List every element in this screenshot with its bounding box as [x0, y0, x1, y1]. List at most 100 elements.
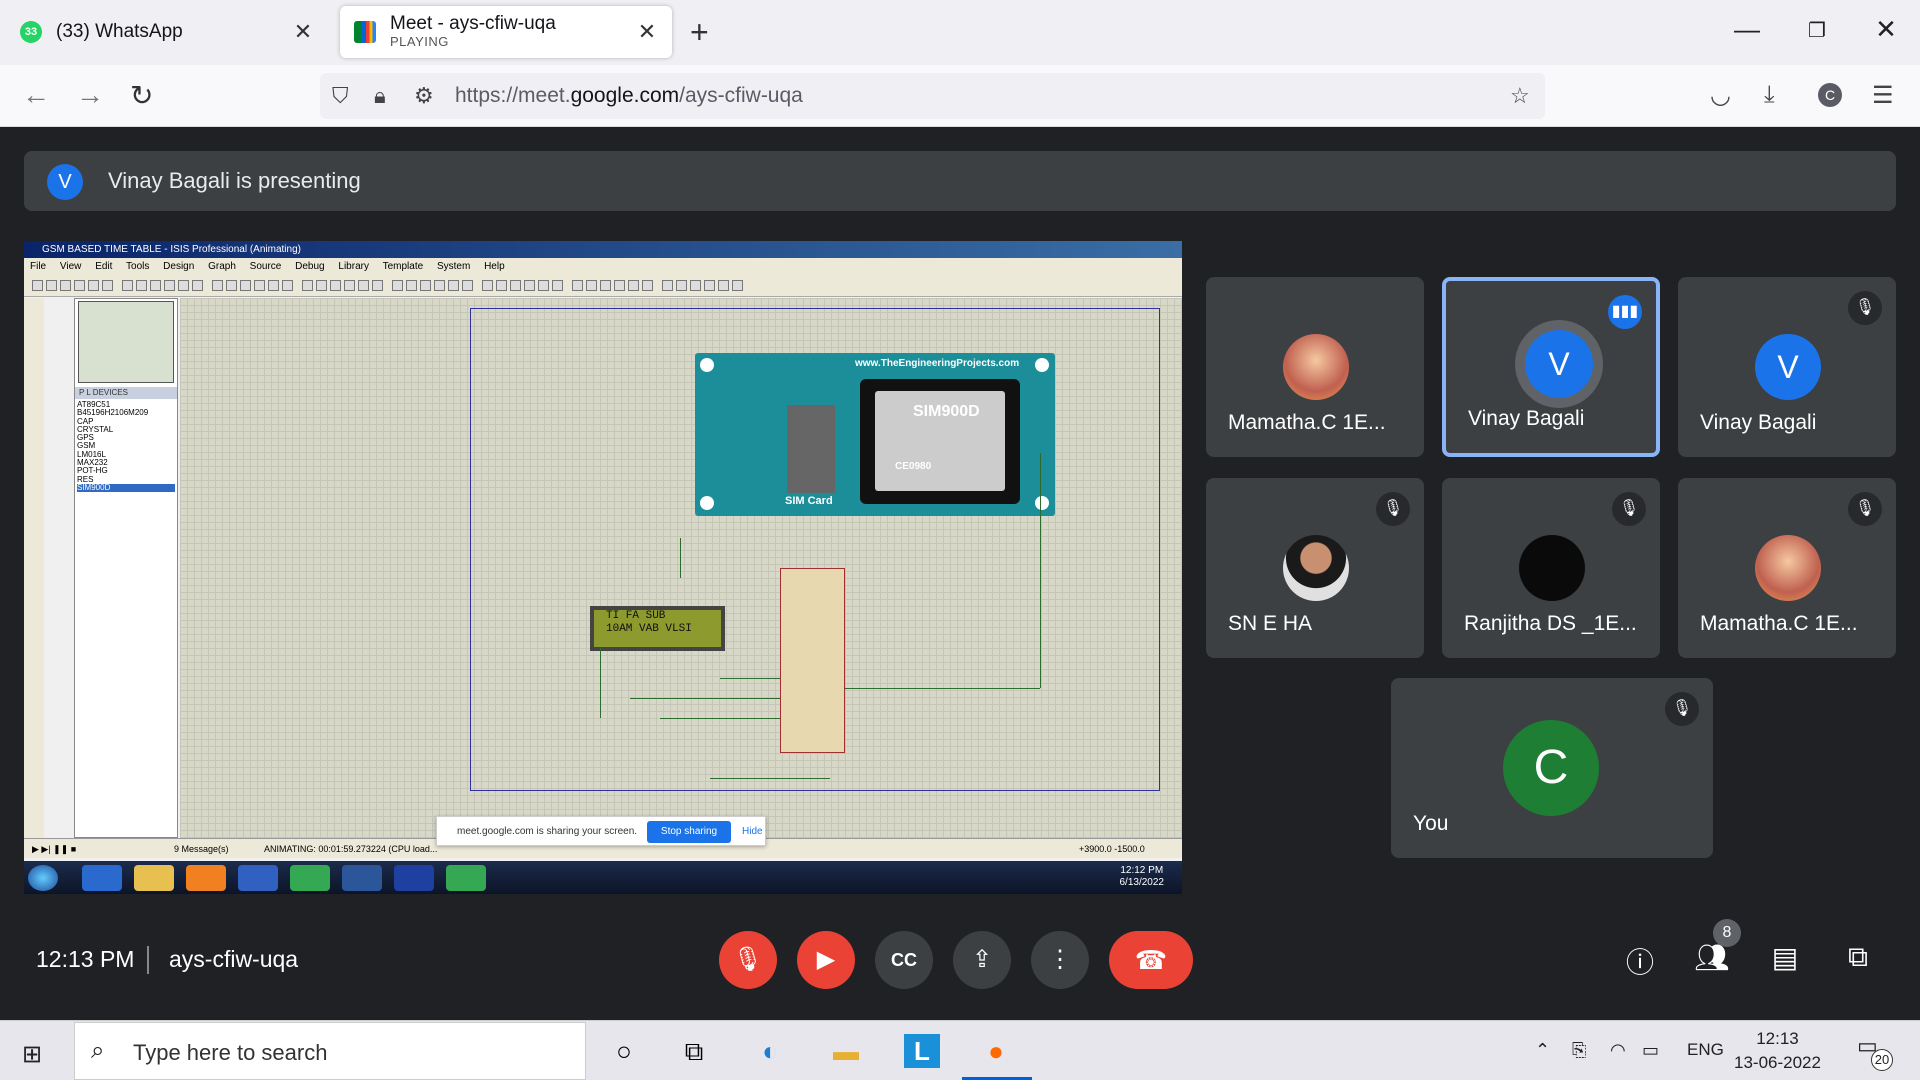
share-message: meet.google.com is sharing your screen. — [457, 826, 638, 837]
participant-tile[interactable]: 🎙︎ Mamatha.C 1E... — [1678, 478, 1896, 658]
browser-nav-bar: ← → ↻ ⛉ 🔒︎ ⚙ https://meet.google.com/ays… — [0, 65, 1920, 127]
shield-icon[interactable]: ⛉ — [332, 83, 349, 109]
present-button[interactable]: ⇪ — [953, 931, 1011, 989]
close-tab-icon[interactable]: ✕ — [636, 19, 658, 45]
chrome-icon — [446, 865, 486, 891]
isis-tool-icon — [212, 280, 223, 291]
wire — [630, 698, 780, 699]
cortana-icon[interactable]: ○ — [606, 1034, 642, 1068]
search-icon: ⌕ — [91, 1037, 105, 1064]
window-close-icon[interactable]: ✕ — [1866, 14, 1906, 45]
notification-icon[interactable]: ▭ 20 — [1857, 1033, 1893, 1071]
activities-icon[interactable]: ⧉ — [1838, 941, 1878, 974]
isis-tool-icon — [32, 280, 43, 291]
participant-name: Vinay Bagali — [1700, 411, 1817, 434]
minimize-icon[interactable]: — — [1727, 14, 1767, 45]
windows-start-icon[interactable]: ⊞ — [22, 1040, 42, 1069]
wire — [845, 688, 1040, 689]
cursor-coords: +3900.0 -1500.0 — [1079, 844, 1145, 854]
isis-tool-icon — [102, 280, 113, 291]
wire — [710, 778, 830, 779]
leave-call-button[interactable]: ☎︎ — [1109, 931, 1193, 989]
participant-tile[interactable]: 🎙︎ SN E HA — [1206, 478, 1424, 658]
more-options-button[interactable]: ⋮ — [1031, 931, 1089, 989]
downloads-icon[interactable]: ⤓ — [1764, 81, 1775, 109]
word-icon — [342, 865, 382, 891]
new-tab-icon[interactable]: + — [690, 14, 709, 51]
firefox-icon[interactable]: ● — [978, 1034, 1014, 1068]
power-icon[interactable]: ⎘ — [1572, 1040, 1586, 1061]
sim-label: SIM Card — [785, 495, 833, 507]
file-explorer-icon[interactable]: ▬ — [828, 1034, 864, 1068]
participant-tile[interactable]: V 🎙︎ Vinay Bagali — [1678, 277, 1896, 457]
participant-name: Mamatha.C 1E... — [1700, 612, 1858, 635]
word-icon — [394, 865, 434, 891]
captions-button[interactable]: CC — [875, 931, 933, 989]
isis-tool-icon — [482, 280, 493, 291]
isis-menu-item: View — [59, 261, 82, 272]
hide-link[interactable]: Hide — [742, 826, 763, 837]
pocket-icon[interactable]: ◡ — [1710, 81, 1731, 110]
wire — [720, 678, 780, 679]
meet-icon — [354, 21, 376, 43]
messages-count: 9 Message(s) — [174, 844, 229, 854]
reload-icon[interactable]: ↻ — [130, 79, 153, 112]
chat-icon[interactable]: ▤ — [1765, 941, 1805, 974]
isis-tool-icon — [662, 280, 673, 291]
isis-tool-icon — [406, 280, 417, 291]
isis-tool-icon — [732, 280, 743, 291]
wifi-icon[interactable]: ◠ — [1610, 1040, 1626, 1061]
menu-icon[interactable]: ☰ — [1872, 81, 1894, 110]
wire — [660, 718, 780, 719]
restore-icon[interactable]: ❐ — [1797, 18, 1837, 43]
app-l-icon[interactable]: L — [904, 1034, 940, 1068]
battery-icon[interactable]: ▭ — [1642, 1040, 1659, 1061]
sim900-chip: SIM900D CE0980 — [860, 379, 1020, 504]
isis-tool-icon — [254, 280, 265, 291]
self-avatar: C — [1503, 720, 1599, 816]
isis-tool-icon — [46, 280, 57, 291]
participant-tile[interactable]: Mamatha.C 1E... — [1206, 277, 1424, 457]
tab-whatsapp[interactable]: 33 (33) WhatsApp ✕ — [6, 6, 328, 58]
stop-sharing-button[interactable]: Stop sharing — [647, 821, 731, 843]
animation-status: ANIMATING: 00:01:59.273224 (CPU load... — [264, 844, 438, 854]
isis-menu-item: System — [436, 261, 471, 272]
participant-tile-speaking[interactable]: V ▮▮▮ Vinay Bagali — [1442, 277, 1660, 457]
chrome-icon — [290, 865, 330, 891]
tab-meet[interactable]: Meet - ays-cfiw-uqa PLAYING ✕ — [340, 6, 672, 58]
lcd-line-1: TI FA SUB — [606, 610, 666, 622]
isis-tool-icon — [192, 280, 203, 291]
wire — [600, 648, 601, 718]
taskbar-clock[interactable]: 12:13 13-06-2022 — [1734, 1027, 1821, 1075]
edge-icon[interactable]: ◐ — [752, 1034, 788, 1068]
permissions-icon[interactable]: ⚙ — [414, 83, 434, 109]
isis-tool-icon — [178, 280, 189, 291]
forward-icon[interactable]: → — [76, 79, 104, 111]
mic-off-icon: 🎙︎ — [1612, 492, 1646, 526]
screen-share-bar: meet.google.com is sharing your screen. … — [436, 816, 766, 846]
mount-hole — [700, 358, 714, 372]
participant-tile[interactable]: 🎙︎ Ranjitha DS _1E... — [1442, 478, 1660, 658]
account-avatar[interactable]: C — [1818, 83, 1842, 107]
divider — [147, 946, 149, 974]
self-tile[interactable]: C 🎙︎ You — [1391, 678, 1713, 858]
close-tab-icon[interactable]: ✕ — [292, 19, 314, 45]
ie-icon — [82, 865, 122, 891]
wire — [1040, 453, 1041, 688]
taskbar-search[interactable]: ⌕ Type here to search — [74, 1022, 586, 1080]
isis-tool-icon — [572, 280, 583, 291]
address-bar[interactable]: ⛉ 🔒︎ ⚙ https://meet.google.com/ays-cfiw-… — [320, 73, 1545, 119]
play-controls: ▶ ▶| ❚❚ ■ — [32, 844, 77, 854]
url-text[interactable]: https://meet.google.com/ays-cfiw-uqa — [455, 84, 803, 108]
lock-icon[interactable]: 🔒︎ — [374, 83, 386, 109]
meeting-details-icon[interactable]: ⓘ — [1620, 941, 1660, 981]
bookmark-star-icon[interactable]: ☆ — [1510, 83, 1530, 109]
back-icon[interactable]: ← — [22, 79, 50, 111]
devices-header: P L DEVICES — [75, 387, 177, 399]
task-view-icon[interactable]: ⧉ — [676, 1034, 712, 1068]
explorer-icon — [134, 865, 174, 891]
mic-toggle-button[interactable]: 🎙︎ — [719, 931, 777, 989]
show-hidden-icons[interactable]: ⌃ — [1535, 1040, 1550, 1061]
language-indicator[interactable]: ENG — [1687, 1040, 1724, 1060]
camera-toggle-button[interactable]: ▶︎ — [797, 931, 855, 989]
